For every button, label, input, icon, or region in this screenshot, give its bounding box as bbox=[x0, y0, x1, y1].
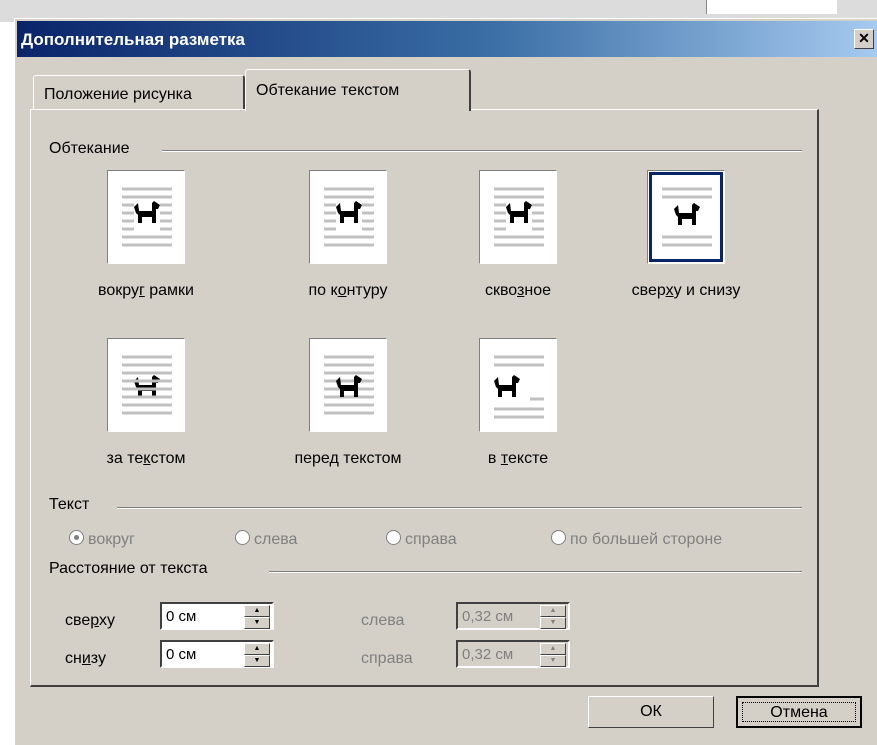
arrow-down-icon: ▼ bbox=[540, 655, 566, 667]
cancel-button[interactable]: Отмена bbox=[736, 696, 862, 728]
spinner-arrows: ▲ ▼ bbox=[540, 643, 566, 667]
wrap-through-label: сквозное bbox=[484, 282, 552, 299]
wrap-in-front-button[interactable]: перед текстом bbox=[283, 338, 413, 468]
arrow-down-icon: ▼ bbox=[540, 617, 566, 629]
wrap-top-bottom-icon bbox=[647, 170, 725, 264]
radio-dot bbox=[386, 530, 401, 545]
spinner-arrows[interactable]: ▲ ▼ bbox=[244, 605, 270, 629]
wrap-through-button[interactable]: сквозное bbox=[453, 170, 583, 300]
wrap-inline-label: в тексте bbox=[487, 450, 549, 467]
tab-panel: Обтекание вокруг рамки по контуру сквозн… bbox=[30, 109, 819, 687]
distance-right-label: справа bbox=[361, 650, 413, 667]
wrap-tight-icon bbox=[309, 170, 387, 264]
arrow-up-icon[interactable]: ▲ bbox=[244, 643, 270, 655]
radio-right[interactable]: справа bbox=[386, 530, 457, 549]
advanced-layout-dialog: Дополнительная разметка ✕ Положение рису… bbox=[14, 18, 877, 745]
radio-dot bbox=[551, 530, 566, 545]
distance-bottom-label: снизу bbox=[65, 650, 106, 667]
wrap-square-label: вокруг рамки bbox=[98, 282, 194, 299]
arrow-down-icon[interactable]: ▼ bbox=[244, 655, 270, 667]
distance-left-label: слева bbox=[361, 612, 405, 629]
wrap-in-front-label: перед текстом bbox=[294, 450, 402, 467]
arrow-up-icon: ▲ bbox=[540, 605, 566, 617]
wrap-square-button[interactable]: вокруг рамки bbox=[81, 170, 211, 300]
arrow-up-icon: ▲ bbox=[540, 643, 566, 655]
wrap-top-bottom-label: сверху и снизу bbox=[631, 282, 741, 299]
wrap-inline-icon bbox=[479, 338, 557, 432]
tab-text-wrapping[interactable]: Обтекание текстом bbox=[245, 69, 471, 111]
wrap-behind-icon bbox=[107, 338, 185, 432]
distance-right-spinner: 0,32 см ▲ ▼ bbox=[456, 640, 570, 668]
close-button[interactable]: ✕ bbox=[854, 29, 874, 49]
radio-dot bbox=[235, 530, 250, 545]
wrap-tight-label: по контуру bbox=[308, 282, 388, 299]
spinner-arrows[interactable]: ▲ ▼ bbox=[244, 643, 270, 667]
radio-around[interactable]: вокруг bbox=[69, 530, 135, 549]
wrap-square-icon bbox=[107, 170, 185, 264]
wrapping-separator bbox=[162, 150, 802, 152]
background-window bbox=[706, 0, 837, 14]
wrap-behind-label: за текстом bbox=[106, 450, 186, 467]
wrap-top-bottom-button[interactable]: сверху и снизу bbox=[611, 170, 761, 300]
radio-larger-side[interactable]: по большей стороне bbox=[551, 530, 722, 549]
wrap-tight-button[interactable]: по контуру bbox=[283, 170, 413, 300]
cancel-label: Отмена bbox=[742, 702, 856, 722]
distance-left-spinner: 0,32 см ▲ ▼ bbox=[456, 602, 570, 630]
distance-right-value: 0,32 см bbox=[462, 646, 514, 663]
distance-separator bbox=[269, 571, 802, 573]
wrap-behind-button[interactable]: за текстом bbox=[81, 338, 211, 468]
distance-top-spinner[interactable]: 0 см ▲ ▼ bbox=[160, 602, 274, 630]
distance-left-value: 0,32 см bbox=[462, 608, 514, 625]
text-separator bbox=[117, 507, 802, 509]
radio-left[interactable]: слева bbox=[235, 530, 297, 549]
tab-picture-position[interactable]: Положение рисунка bbox=[33, 75, 245, 109]
distance-top-value: 0 см bbox=[166, 608, 197, 625]
radio-dot bbox=[69, 530, 84, 545]
spinner-arrows: ▲ ▼ bbox=[540, 605, 566, 629]
distance-bottom-value: 0 см bbox=[166, 646, 197, 663]
distance-top-label: сверху bbox=[65, 612, 115, 629]
wrap-through-icon bbox=[479, 170, 557, 264]
wrapping-section-label: Обтекание bbox=[49, 140, 138, 158]
text-section-label: Текст bbox=[49, 496, 98, 514]
wrap-inline-button[interactable]: в тексте bbox=[453, 338, 583, 468]
ok-button[interactable]: ОК bbox=[588, 696, 714, 728]
arrow-up-icon[interactable]: ▲ bbox=[244, 605, 270, 617]
wrap-in-front-icon bbox=[309, 338, 387, 432]
arrow-down-icon[interactable]: ▼ bbox=[244, 617, 270, 629]
distance-section-label: Расстояние от текста bbox=[49, 560, 216, 578]
distance-bottom-spinner[interactable]: 0 см ▲ ▼ bbox=[160, 640, 274, 668]
title-bar[interactable]: Дополнительная разметка ✕ bbox=[17, 21, 877, 57]
window-title: Дополнительная разметка bbox=[21, 30, 246, 49]
